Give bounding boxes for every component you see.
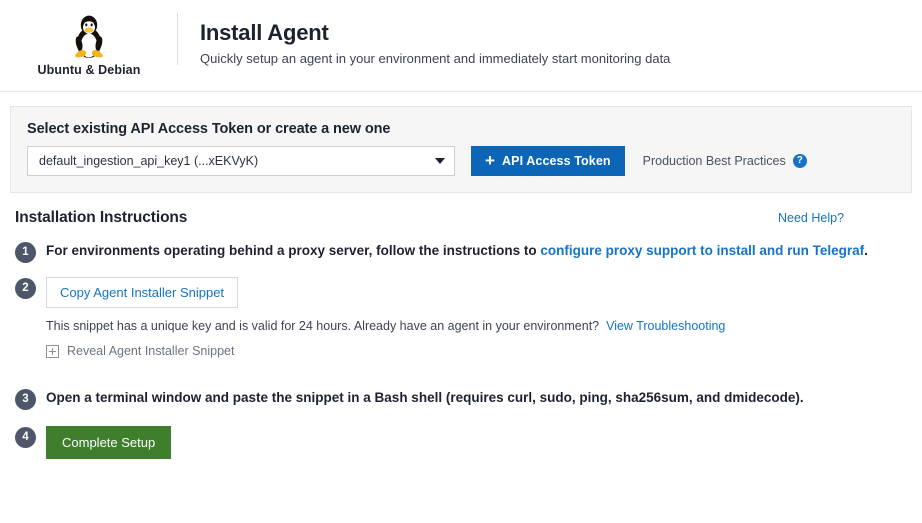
step-2-note: This snippet has a unique key and is val… (46, 319, 912, 333)
plus-box-icon (46, 345, 59, 358)
api-token-select[interactable]: default_ingestion_api_key1 (...xEKVyK) (27, 146, 455, 176)
installation-instructions-section: Installation Instructions Need Help? 1 F… (0, 193, 922, 459)
step-3-badge: 3 (15, 389, 36, 410)
step-2: 2 Copy Agent Installer Snippet This snip… (15, 277, 912, 358)
page-title: Install Agent (200, 20, 670, 45)
reveal-agent-installer-snippet-toggle[interactable]: Reveal Agent Installer Snippet (46, 344, 912, 358)
step-4-badge: 4 (15, 427, 36, 448)
production-best-practices-link[interactable]: Production Best Practices ? (643, 154, 807, 168)
installation-instructions-title: Installation Instructions (15, 209, 187, 227)
step-1: 1 For environments operating behind a pr… (15, 241, 912, 263)
step-3-text: Open a terminal window and paste the sni… (46, 388, 876, 408)
create-api-access-token-button[interactable]: + API Access Token (471, 146, 625, 176)
step-3: 3 Open a terminal window and paste the s… (15, 388, 912, 410)
need-help-link[interactable]: Need Help? (778, 211, 912, 225)
step-2-body: Copy Agent Installer Snippet This snippe… (46, 277, 912, 358)
create-api-access-token-label: API Access Token (502, 154, 611, 168)
step-1-body: For environments operating behind a prox… (46, 241, 912, 261)
platform-block: Ubuntu & Debian (0, 0, 178, 77)
step-3-body: Open a terminal window and paste the sni… (46, 388, 912, 408)
plus-icon: + (485, 152, 495, 169)
step-2-note-text: This snippet has a unique key and is val… (46, 319, 599, 333)
installation-instructions-header: Installation Instructions Need Help? (15, 209, 912, 227)
platform-label: Ubuntu & Debian (38, 63, 141, 77)
production-best-practices-label: Production Best Practices (643, 154, 786, 168)
title-block: Install Agent Quickly setup an agent in … (178, 0, 670, 68)
page-subtitle: Quickly setup an agent in your environme… (200, 51, 670, 68)
step-1-badge: 1 (15, 242, 36, 263)
configure-proxy-support-link[interactable]: configure proxy support to install and r… (540, 243, 864, 258)
api-token-select-value: default_ingestion_api_key1 (...xEKVyK) (39, 154, 258, 168)
page-header: Ubuntu & Debian Install Agent Quickly se… (0, 0, 922, 92)
api-token-panel-title: Select existing API Access Token or crea… (27, 121, 895, 137)
copy-agent-installer-snippet-button[interactable]: Copy Agent Installer Snippet (46, 277, 238, 308)
chevron-down-icon (435, 158, 445, 164)
step-2-badge: 2 (15, 278, 36, 299)
step-1-text: For environments operating behind a prox… (46, 241, 876, 261)
view-troubleshooting-link[interactable]: View Troubleshooting (606, 319, 725, 333)
step-1-text-before: For environments operating behind a prox… (46, 243, 540, 258)
api-token-panel: Select existing API Access Token or crea… (10, 106, 912, 193)
step-1-text-after: . (864, 243, 868, 258)
complete-setup-button[interactable]: Complete Setup (46, 426, 171, 459)
api-token-row: default_ingestion_api_key1 (...xEKVyK) +… (27, 146, 895, 176)
step-4-body: Complete Setup (46, 426, 912, 459)
help-icon[interactable]: ? (793, 154, 807, 168)
tux-penguin-icon (68, 14, 110, 60)
step-4: 4 Complete Setup (15, 426, 912, 459)
reveal-agent-installer-snippet-label: Reveal Agent Installer Snippet (67, 344, 234, 358)
